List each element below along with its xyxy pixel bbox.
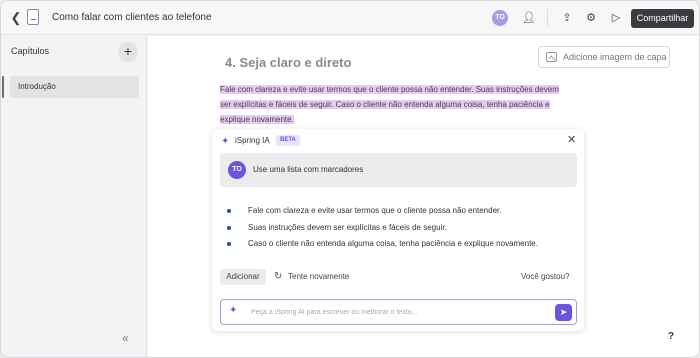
add-chapter-button[interactable]: +	[118, 42, 138, 62]
close-icon[interactable]: ✕	[567, 133, 576, 146]
editor-canvas: Adicione imagem de capa 4. Seja claro e …	[148, 36, 699, 357]
app-window: ❮ Como falar com clientes ao telefone TO…	[0, 0, 700, 358]
collapse-sidebar-icon[interactable]: «	[122, 331, 129, 345]
chevron-left-icon[interactable]: ❮	[9, 10, 23, 26]
sidebar-item-introducao[interactable]: Introdução	[10, 76, 139, 98]
ai-response-list: Fale com clareza e evite usar termos que…	[220, 203, 575, 253]
chapters-sidebar: Capítulos + Introdução «	[1, 36, 147, 357]
document-title[interactable]: Como falar com clientes ao telefone	[52, 12, 212, 23]
ai-input-box: ✦ ➤	[220, 299, 577, 325]
section-heading[interactable]: 4. Seja claro e direto	[225, 55, 351, 70]
prompt-text: Use uma lista com marcadores	[253, 165, 364, 174]
play-icon[interactable]: ▷	[607, 9, 625, 27]
sparkle-icon: ✦	[229, 305, 238, 316]
toolbar-divider	[547, 9, 548, 27]
upload-icon[interactable]: ⇪	[558, 9, 576, 27]
retry-button[interactable]: Tente novamente	[288, 269, 349, 285]
gear-icon[interactable]: ⚙	[582, 9, 600, 27]
sidebar-title: Capítulos	[11, 46, 50, 56]
image-icon	[546, 52, 557, 62]
list-item: Fale com clareza e evite usar termos que…	[220, 203, 575, 220]
send-button[interactable]: ➤	[555, 304, 572, 321]
paragraph-line: ser explícitas e fáceis de seguir. Caso …	[220, 100, 550, 109]
user-avatar[interactable]: TO	[492, 10, 508, 26]
list-item: Suas instruções devem ser explícitas e f…	[220, 220, 575, 237]
active-item-marker	[2, 76, 4, 98]
beta-badge: BETA	[276, 135, 300, 146]
help-icon[interactable]: ?	[663, 329, 679, 345]
feedback-prompt[interactable]: Você gostou?	[521, 269, 569, 285]
sparkle-icon: ✦	[221, 136, 230, 147]
paragraph-line: Fale com clareza e evite usar termos que…	[220, 85, 559, 94]
ai-panel-title: iSpring IA	[235, 136, 270, 145]
list-item: Caso o cliente não entenda alguma coisa,…	[220, 236, 575, 253]
add-button[interactable]: Adicionar	[220, 269, 266, 285]
prompt-avatar: TO	[228, 161, 246, 179]
add-user-icon[interactable]: 👤︎	[520, 9, 538, 27]
ai-assistant-panel: ✦ iSpring IA BETA ✕ TO Use uma lista com…	[212, 129, 584, 331]
ai-prompt-input[interactable]	[251, 304, 541, 320]
retry-icon[interactable]: ↻	[274, 269, 282, 285]
selected-paragraph[interactable]: Fale com clareza e evite usar termos que…	[220, 82, 590, 127]
paragraph-line: explique novamente.	[220, 115, 294, 124]
top-bar: ❮ Como falar com clientes ao telefone TO…	[1, 1, 699, 35]
add-cover-image-button[interactable]: Adicione imagem de capa	[538, 46, 670, 68]
user-prompt-bubble: TO Use uma lista com marcadores	[220, 153, 577, 187]
document-icon	[27, 9, 39, 25]
cover-button-label: Adicione imagem de capa	[563, 52, 667, 62]
share-button[interactable]: Compartilhar	[631, 9, 694, 28]
